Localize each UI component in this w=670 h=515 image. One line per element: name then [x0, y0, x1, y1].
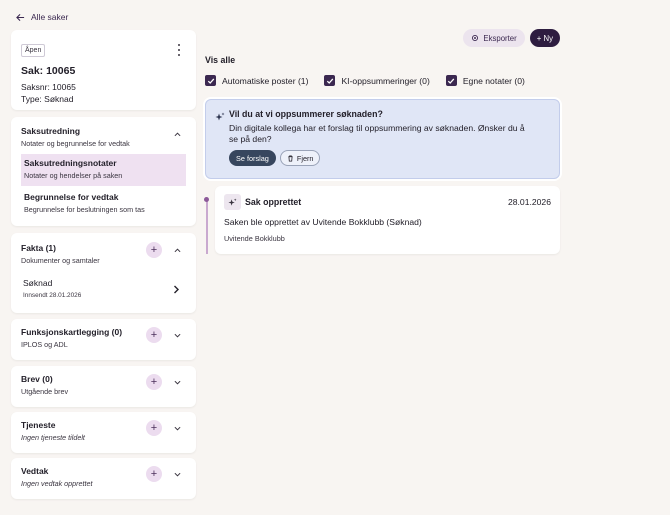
- case-summary-card: Åpen Sak: 10065 Saksnr: 10065 Type: Søkn…: [11, 30, 196, 110]
- new-button[interactable]: + Ny: [529, 29, 560, 47]
- event-title: Sak opprettet: [245, 197, 302, 207]
- section-header[interactable]: Brev (0) Utgående brev +: [11, 366, 196, 396]
- chevron-down-icon[interactable]: [173, 378, 181, 386]
- sub-item-subtitle: Begrunnelse for beslutningen som tas: [24, 205, 145, 214]
- plus-icon: +: [150, 467, 158, 480]
- chevron-up-icon[interactable]: [173, 130, 181, 138]
- section-header[interactable]: Tjeneste Ingen tjeneste tildelt +: [11, 412, 196, 442]
- export-button[interactable]: Eksporter: [463, 29, 525, 47]
- filter-label: Egne notater (0): [462, 75, 525, 86]
- plus-icon: +: [150, 375, 158, 388]
- add-brev-button[interactable]: +: [146, 374, 162, 390]
- plus-icon: +: [150, 328, 158, 341]
- checkbox[interactable]: [324, 75, 336, 86]
- chevron-right-icon: [174, 285, 179, 294]
- section-header[interactable]: Fakta (1) Dokumenter og samtaler +: [11, 233, 196, 265]
- section-title: Saksutredning: [21, 126, 81, 136]
- plus-icon: +: [150, 421, 158, 434]
- case-title: Sak: 10065: [21, 65, 76, 77]
- back-link-label: Alle saker: [31, 12, 69, 22]
- filter-group: Automatiske poster (1) KI-oppsummeringer…: [205, 75, 541, 86]
- document-item-soknad[interactable]: Søknad Innsendt 28.01.2026: [11, 273, 196, 304]
- status-badge: Åpen: [21, 44, 46, 57]
- add-tjeneste-button[interactable]: +: [146, 420, 162, 436]
- add-vedtak-button[interactable]: +: [146, 466, 162, 482]
- check-icon: [326, 77, 334, 84]
- toolbar: Eksporter + Ny: [463, 29, 560, 47]
- chevron-down-icon[interactable]: [173, 470, 181, 478]
- section-subtitle: IPLOS og ADL: [21, 340, 68, 349]
- trash-icon: [288, 154, 293, 162]
- event-date: 28.01.2026: [507, 197, 551, 207]
- section-subtitle: Ingen tjeneste tildelt: [21, 433, 85, 442]
- sub-item-title: Saksutredningsnotater: [24, 158, 117, 168]
- filter-heading: Vis alle: [205, 55, 236, 65]
- section-header[interactable]: Vedtak Ingen vedtak opprettet +: [11, 458, 196, 488]
- sub-item-title: Begrunnelse for vedtak: [24, 192, 119, 202]
- ai-suggestion-card: Vil du at vi oppsummerer søknaden? Din d…: [205, 99, 560, 179]
- section-subtitle: Notater og begrunnelse for vedtak: [21, 139, 130, 148]
- chevron-up-icon[interactable]: [173, 246, 181, 254]
- check-icon: [448, 77, 455, 84]
- sub-item-begrunnelse[interactable]: Begrunnelse for vedtak Begrunnelse for b…: [21, 186, 186, 220]
- section-subtitle: Dokumenter og samtaler: [21, 256, 100, 265]
- section-vedtak: Vedtak Ingen vedtak opprettet +: [11, 458, 196, 499]
- gear-icon: [472, 34, 479, 42]
- section-subtitle: Ingen vedtak opprettet: [21, 479, 93, 488]
- sub-item-saksutredningsnotater[interactable]: Saksutredningsnotater Notater og hendels…: [21, 154, 186, 186]
- event-description: Saken ble opprettet av Uvitende Bokklubb…: [224, 217, 422, 227]
- filter-egne[interactable]: Egne notater (0): [445, 75, 525, 86]
- section-funksjonskartlegging: Funksjonskartlegging (0) IPLOS og ADL +: [11, 319, 196, 360]
- timeline-line: [206, 199, 208, 254]
- document-date: Innsendt 28.01.2026: [23, 292, 82, 299]
- section-header[interactable]: Funksjonskartlegging (0) IPLOS og ADL +: [11, 319, 196, 349]
- back-link[interactable]: Alle saker: [16, 12, 68, 22]
- case-meta: Saksnr: 10065 Type: Søknad: [21, 82, 186, 105]
- event-actor: Uvitende Bokklubb: [224, 234, 285, 243]
- ai-suggestion-title: Vil du at vi oppsummerer søknaden?: [229, 109, 383, 119]
- timeline-dot: [204, 197, 209, 202]
- add-fakta-button[interactable]: +: [146, 242, 162, 258]
- sparkle-icon: [215, 112, 225, 121]
- filter-automatiske[interactable]: Automatiske poster (1): [205, 75, 308, 86]
- remove-label: Fjern: [296, 153, 314, 163]
- add-funksjon-button[interactable]: +: [146, 327, 162, 343]
- timeline-event-card[interactable]: Sak opprettet 28.01.2026 Saken ble oppre…: [215, 186, 560, 254]
- checkbox[interactable]: [445, 75, 457, 86]
- ai-suggestion-actions: Se forslag Fjern: [229, 150, 549, 166]
- chevron-down-icon[interactable]: [173, 424, 181, 432]
- filter-label: KI-oppsummeringer (0): [341, 75, 430, 86]
- remove-suggestion-button[interactable]: Fjern: [279, 150, 321, 166]
- case-number: Saksnr: 10065: [21, 82, 76, 92]
- arrow-left-icon: [16, 13, 25, 21]
- check-icon: [207, 77, 214, 84]
- section-subtitle: Utgående brev: [21, 387, 69, 396]
- see-suggestion-button[interactable]: Se forslag: [229, 150, 276, 166]
- filter-label: Automatiske poster (1): [222, 75, 309, 86]
- chevron-down-icon[interactable]: [173, 331, 181, 339]
- section-fakta: Fakta (1) Dokumenter og samtaler + Søkna…: [11, 233, 196, 313]
- plus-icon: +: [150, 243, 158, 256]
- sparkle-icon: [224, 194, 241, 210]
- document-title: Søknad: [23, 278, 53, 288]
- case-type: Type: Søknad: [21, 93, 74, 104]
- section-brev: Brev (0) Utgående brev +: [11, 366, 196, 407]
- filter-ki[interactable]: KI-oppsummeringer (0): [324, 75, 430, 86]
- section-tjeneste: Tjeneste Ingen tjeneste tildelt +: [11, 412, 196, 453]
- kebab-icon[interactable]: [176, 44, 182, 56]
- section-header[interactable]: Saksutredning Notater og begrunnelse for…: [11, 117, 196, 148]
- checkbox[interactable]: [205, 75, 216, 86]
- ai-suggestion-text: Din digitale kollega har et forslag til …: [229, 123, 525, 144]
- export-label: Eksporter: [483, 33, 517, 43]
- section-saksutredning: Saksutredning Notater og begrunnelse for…: [11, 117, 196, 226]
- sub-item-subtitle: Notater og hendelser på saken: [24, 171, 123, 180]
